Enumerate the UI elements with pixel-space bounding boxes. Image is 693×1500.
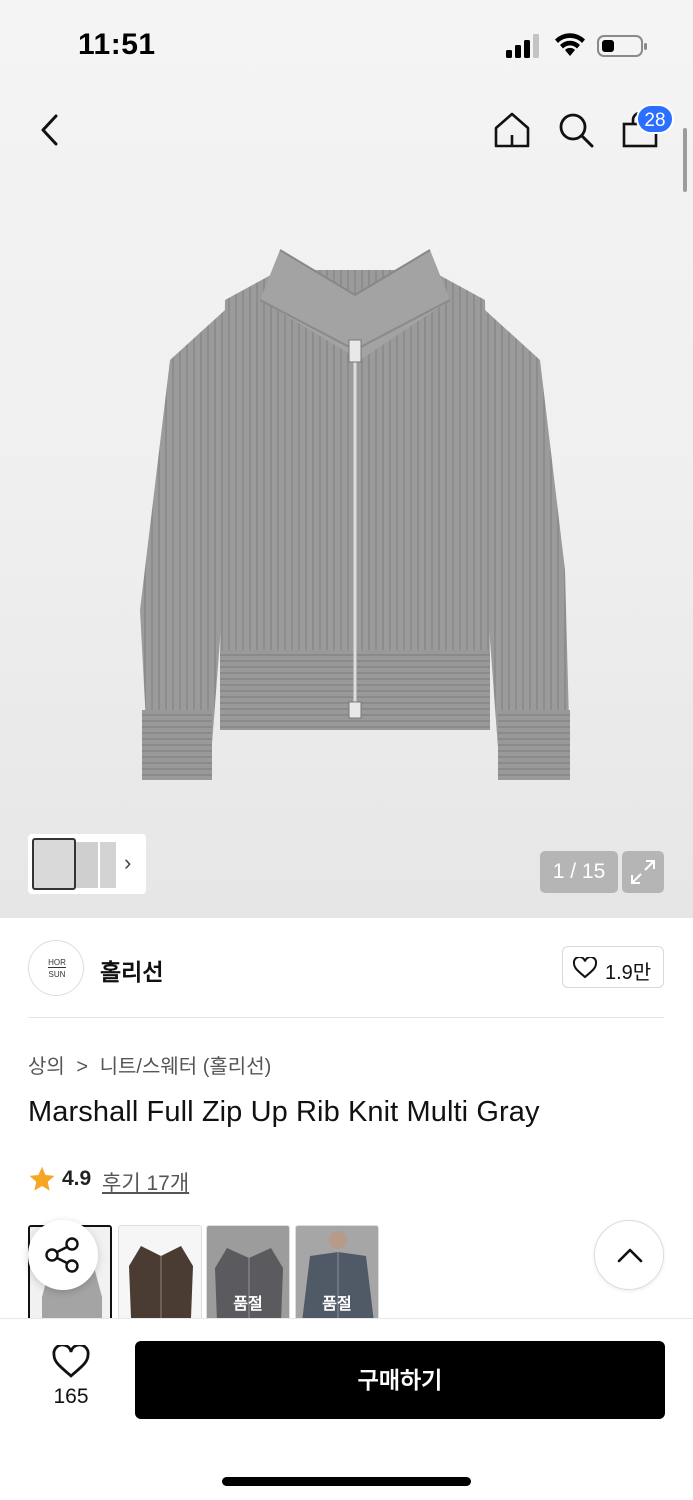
brand-like-button[interactable]: 1.9만 [562,946,664,988]
option-image [119,1226,201,1320]
gallery-thumbnail[interactable] [76,842,98,888]
rating-value: 4.9 [62,1167,92,1190]
wishlist-button[interactable]: 165 [40,1345,102,1415]
status-time: 11:51 [78,28,156,61]
color-option-blue-gray[interactable]: 품절 [295,1225,379,1321]
review-count-link[interactable]: 후기 17개 [102,1167,189,1197]
brand-like-count: 1.9만 [605,962,652,984]
scroll-top-button[interactable] [594,1220,664,1290]
breadcrumb-separator: > [76,1056,89,1078]
cellular-signal-icon [506,34,539,58]
soldout-label: 품절 [233,1296,263,1313]
share-icon [45,1237,79,1273]
gallery-thumbnail-strip[interactable]: › [28,834,146,894]
chevron-right-icon[interactable]: › [124,850,131,876]
home-indicator [222,1477,471,1486]
gallery-thumbnail[interactable] [32,838,76,890]
heart-icon [52,1345,90,1378]
cart-count-badge: 28 [636,104,674,134]
breadcrumb-level2[interactable]: 니트/스웨터 (홀리선) [100,1056,272,1078]
product-title: Marshall Full Zip Up Rib Knit Multi Gray [28,1096,540,1128]
bottom-action-bar: 165 구매하기 [0,1318,693,1500]
heart-icon [573,957,597,979]
home-icon[interactable] [492,110,532,150]
brand-logo-bottom: SUN [48,970,66,979]
color-option-brown[interactable] [118,1225,202,1321]
product-gallery[interactable]: 11:51 28 › 1 / 15 [0,0,693,918]
back-icon[interactable] [36,112,66,148]
color-option-charcoal[interactable]: 품절 [206,1225,290,1321]
share-button[interactable] [28,1220,98,1290]
brand-logo-top: HOR [48,958,66,968]
battery-icon [597,35,647,57]
scroll-indicator [683,128,687,192]
expand-icon [631,860,655,884]
divider [28,1017,664,1018]
breadcrumb-level1[interactable]: 상의 [28,1056,65,1078]
gallery-counter: 1 / 15 [540,851,618,893]
wifi-icon [555,33,585,56]
breadcrumb: 상의 > 니트/스웨터 (홀리선) [28,1050,271,1079]
wishlist-count: 165 [53,1385,89,1408]
buy-button[interactable]: 구매하기 [135,1341,665,1419]
chevron-up-icon [617,1248,643,1263]
search-icon[interactable] [556,110,596,150]
soldout-label: 품절 [322,1296,352,1313]
star-icon [29,1166,55,1191]
status-bar: 11:51 [0,0,693,90]
brand-name[interactable]: 홀리선 [100,953,163,987]
product-image[interactable] [130,240,580,800]
gallery-thumbnail[interactable] [100,842,116,888]
expand-button[interactable] [622,851,664,893]
brand-logo[interactable]: HOR SUN [28,940,84,996]
